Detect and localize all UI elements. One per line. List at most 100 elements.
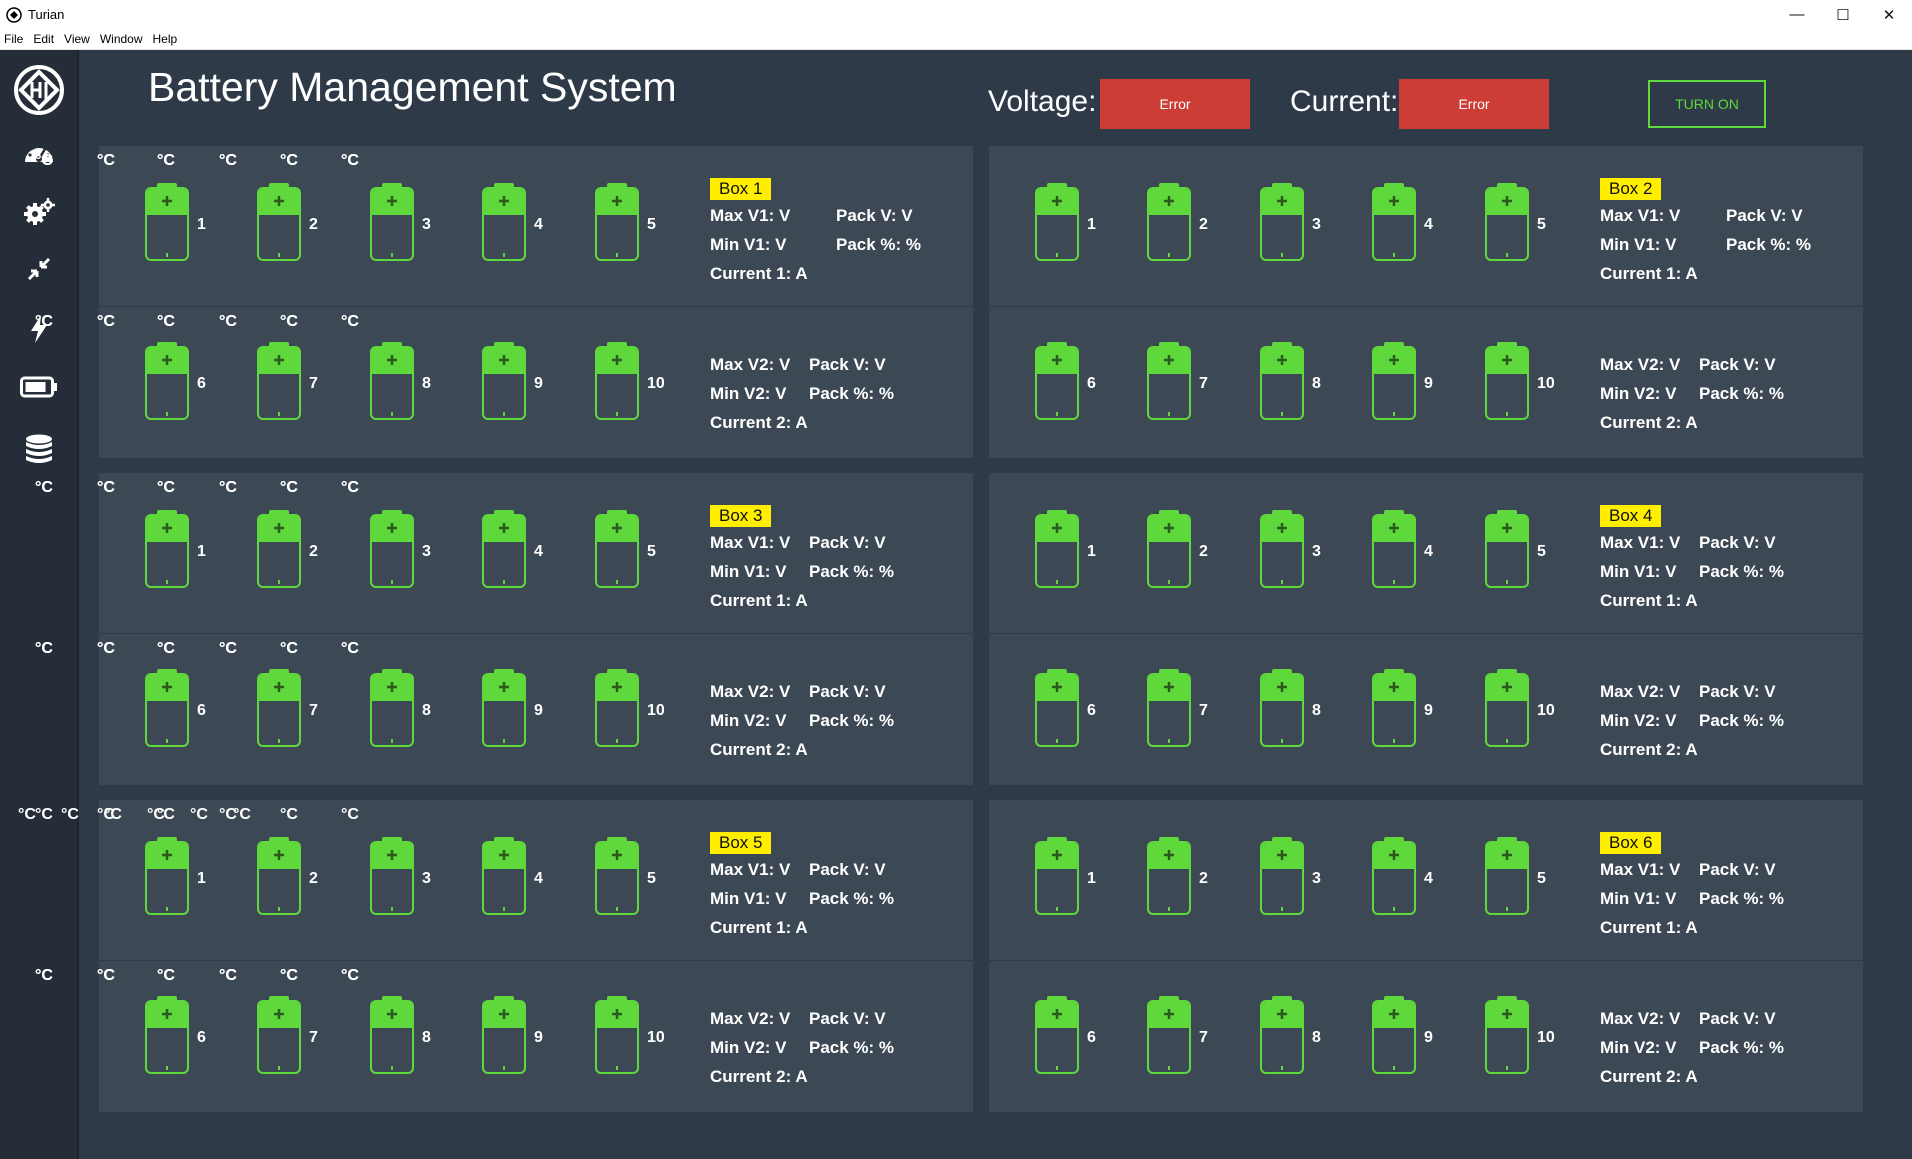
box-badge: Box 6 xyxy=(1600,832,1662,854)
cell-number: 7 xyxy=(1199,702,1208,719)
pack-voltage: Pack V: V xyxy=(809,533,886,552)
app-logo-icon xyxy=(6,6,22,23)
cell-number: 2 xyxy=(309,543,318,560)
cell-number: 8 xyxy=(1312,375,1321,392)
temperature-label: °C xyxy=(35,967,53,984)
temperature-label: °C xyxy=(35,479,53,496)
cell-number: 10 xyxy=(1537,375,1555,392)
battery-cell-icon xyxy=(482,669,526,747)
battery-cell-icon xyxy=(145,342,189,420)
cell-number: 4 xyxy=(534,216,543,233)
database-icon xyxy=(25,434,52,463)
pack-percent: Pack %: % xyxy=(1699,711,1785,730)
box-bottom-section: °C °C °C °C °C °C 6 7 8 9 10 Max V2: V Pack V: V Min … xyxy=(35,634,1863,785)
battery-cell-icon xyxy=(1372,342,1416,420)
cell-number: 2 xyxy=(1199,543,1208,560)
menu-view[interactable]: View xyxy=(59,32,95,46)
battery-cell-icon xyxy=(370,837,414,915)
battery-cell-icon xyxy=(482,342,526,420)
temperature-label: °C xyxy=(341,479,359,496)
box-top-section: °C °C °C °C °C °C 1 2 3 4 5 Box 5 Max V1: V Pack V: V… xyxy=(18,800,973,960)
cell-number: 9 xyxy=(1424,375,1433,392)
temperature-label: °C xyxy=(341,967,359,984)
temperature-label: °C xyxy=(97,479,115,496)
menu-file[interactable]: File xyxy=(0,32,28,46)
cell-number: 1 xyxy=(197,870,206,887)
sidebar-item-home[interactable] xyxy=(0,64,77,116)
temperature-label: °C xyxy=(280,640,298,657)
cell-number: 9 xyxy=(534,375,543,392)
cell-number: 8 xyxy=(422,375,431,392)
turn-on-button[interactable]: TURN ON xyxy=(1648,80,1766,128)
maximize-button[interactable]: ☐ xyxy=(1820,0,1866,29)
cell-number: 2 xyxy=(1199,216,1208,233)
current-reading: Current 1: A xyxy=(1600,264,1698,283)
pack-voltage: Pack V: V xyxy=(1726,206,1803,225)
close-button[interactable]: ✕ xyxy=(1866,0,1912,29)
current-reading: Current 2: A xyxy=(710,413,808,432)
temperature-label: °C xyxy=(341,640,359,657)
cell-number: 2 xyxy=(309,870,318,887)
pack-voltage: Pack V: V xyxy=(809,355,886,374)
menu-edit[interactable]: Edit xyxy=(28,32,59,46)
min-voltage: Min V1: V xyxy=(1600,562,1677,581)
battery-cell-icon xyxy=(257,669,301,747)
battery-cell-icon xyxy=(145,183,189,261)
battery-cell-icon xyxy=(145,669,189,747)
temperature-label: °C xyxy=(280,967,298,984)
max-voltage: Max V2: V xyxy=(710,682,791,701)
box-badge: Box 5 xyxy=(710,832,772,854)
cell-number: 5 xyxy=(647,216,656,233)
cell-number: 4 xyxy=(1424,216,1433,233)
min-voltage: Min V2: V xyxy=(1600,384,1677,403)
cell-number: 9 xyxy=(534,1029,543,1046)
pack-percent: Pack %: % xyxy=(809,1038,895,1057)
logo-icon xyxy=(13,65,64,115)
cell-number: 5 xyxy=(647,543,656,560)
battery-cell-icon xyxy=(1147,342,1191,420)
voltage-label: Voltage: xyxy=(988,85,1097,118)
current-reading: Current 1: A xyxy=(710,918,808,937)
cell-number: 7 xyxy=(1199,375,1208,392)
min-voltage: Min V2: V xyxy=(710,1038,787,1057)
pack-percent: Pack %: % xyxy=(1726,235,1812,254)
cell-number: 10 xyxy=(1537,702,1555,719)
battery-cell-icon xyxy=(370,342,414,420)
sidebar-item-settings[interactable] xyxy=(0,196,77,228)
cell-number: 4 xyxy=(1424,543,1433,560)
box-badge: Box 4 xyxy=(1600,505,1662,527)
battery-cell-icon xyxy=(595,669,639,747)
cell-number: 3 xyxy=(422,216,431,233)
temperature-label: °C xyxy=(219,313,237,330)
window-titlebar: Turian — ☐ ✕ xyxy=(0,0,1912,29)
battery-cell-icon xyxy=(1035,342,1079,420)
temperature-label: °C xyxy=(157,313,175,330)
battery-cell-icon xyxy=(370,183,414,261)
temperature-label: °C xyxy=(35,806,53,823)
battery-cell-icon xyxy=(1260,996,1304,1074)
current-reading: Current 2: A xyxy=(1600,413,1698,432)
sidebar-item-database[interactable] xyxy=(0,434,77,466)
cell-number: 10 xyxy=(647,375,665,392)
battery-cell-icon xyxy=(1260,510,1304,588)
current-value: Error xyxy=(1399,79,1549,129)
menu-help[interactable]: Help xyxy=(148,32,183,46)
battery-cell-icon xyxy=(1147,510,1191,588)
max-voltage: Max V2: V xyxy=(710,1009,791,1028)
battery-cell-icon xyxy=(1485,342,1529,420)
temperature-label: °C xyxy=(157,967,175,984)
temperature-label: °C xyxy=(280,152,298,169)
temperature-label: °C xyxy=(219,967,237,984)
sidebar-item-compress[interactable] xyxy=(0,256,77,282)
pack-percent: Pack %: % xyxy=(809,889,895,908)
minimize-button[interactable]: — xyxy=(1774,0,1820,29)
temperature-label: °C xyxy=(97,152,115,169)
max-voltage: Max V1: V xyxy=(1600,533,1681,552)
cell-number: 7 xyxy=(309,702,318,719)
box-bottom-section: °C °C °C °C °C °C 6 7 8 9 10 Max V2: V Pack V: V Min … xyxy=(35,961,1863,1112)
sidebar-item-battery[interactable] xyxy=(0,376,77,398)
window-title: Turian xyxy=(28,7,65,22)
menu-window[interactable]: Window xyxy=(95,32,148,46)
cell-number: 8 xyxy=(422,1029,431,1046)
temperature-label: °C xyxy=(280,806,298,823)
